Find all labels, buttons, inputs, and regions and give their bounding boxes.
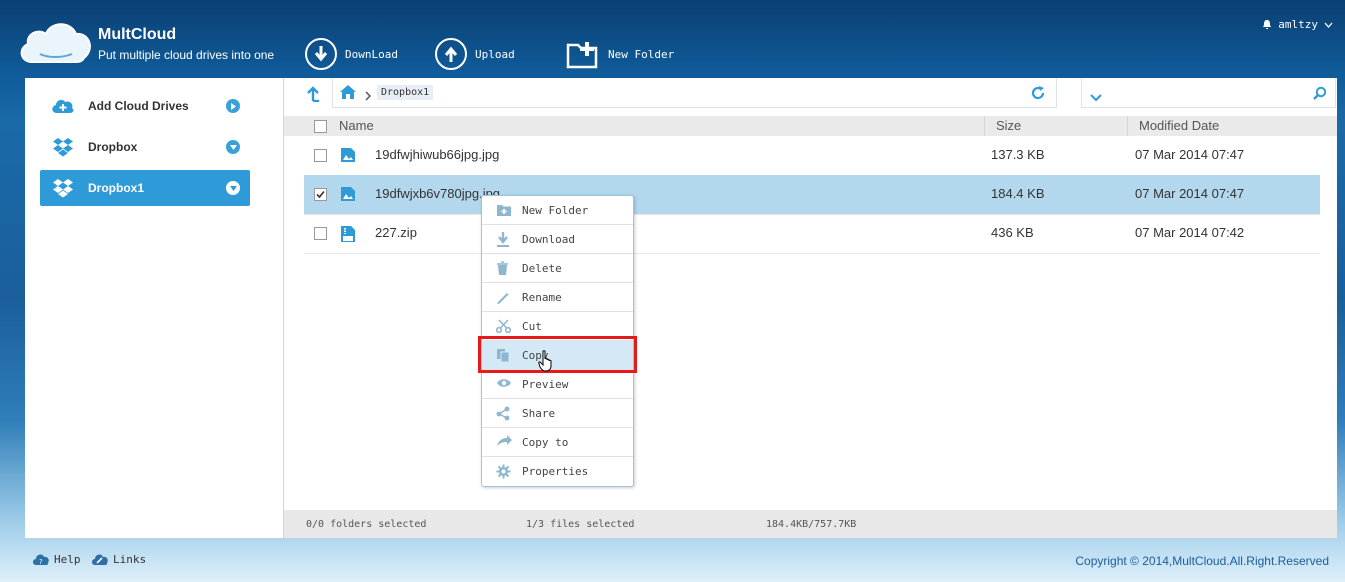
checkmark-icon — [316, 190, 325, 199]
toolbar-new-folder-label: New Folder — [608, 47, 675, 61]
up-arrow-icon[interactable] — [306, 86, 320, 106]
refresh-icon[interactable] — [1030, 85, 1046, 105]
folders-selected-status: 0/0 folders selected — [306, 519, 427, 530]
files-selected-status: 1/3 files selected — [526, 519, 635, 530]
sidebar: Add Cloud Drives Dropbox Dropbox1 — [25, 78, 284, 538]
select-all-checkbox[interactable] — [314, 120, 327, 133]
svg-text:?: ? — [39, 558, 43, 566]
row-checkbox[interactable] — [314, 227, 327, 240]
toolbar-upload-button[interactable]: Upload — [435, 36, 515, 72]
context-menu-rename[interactable]: Rename — [482, 283, 633, 312]
user-menu[interactable]: amltzy — [1262, 18, 1333, 31]
multcloud-logo — [20, 23, 91, 63]
context-menu-new-folder[interactable]: New Folder — [482, 196, 633, 225]
search-box — [1081, 78, 1336, 108]
help-link[interactable]: ? Help — [32, 552, 81, 566]
tagline: Put multiple cloud drives into one — [98, 48, 275, 62]
hand-cursor-icon — [538, 350, 554, 376]
chevron-down-icon — [1324, 22, 1333, 28]
image-file-icon — [340, 186, 356, 205]
sidebar-item-dropbox[interactable]: Dropbox — [40, 129, 250, 165]
path-bar: Dropbox1 — [332, 78, 1057, 108]
add-cloud-icon — [50, 97, 76, 115]
context-menu-copy-to[interactable]: Copy to — [482, 428, 633, 457]
link-icon — [92, 554, 108, 565]
upload-icon — [435, 38, 467, 70]
size-selected-status: 184.4KB/757.7KB — [766, 519, 857, 530]
help-icon: ? — [33, 554, 49, 566]
chevron-down-icon — [1090, 94, 1102, 102]
file-date: 07 Mar 2014 07:47 — [1135, 147, 1245, 162]
new-folder-icon — [496, 203, 512, 220]
toolbar-upload-label: Upload — [475, 47, 515, 61]
dropbox-icon — [50, 137, 76, 157]
column-divider — [984, 116, 985, 136]
row-checkbox[interactable] — [314, 188, 327, 201]
table-row[interactable]: 19dfwjhiwub66jpg.jpg 137.3 KB 07 Mar 201… — [304, 136, 1320, 176]
search-scope-dropdown[interactable] — [1090, 87, 1102, 106]
sidebar-item-label: Dropbox1 — [88, 181, 145, 195]
share-icon — [496, 406, 510, 424]
context-menu-download[interactable]: Download — [482, 225, 633, 254]
sidebar-item-add-cloud-drives[interactable]: Add Cloud Drives — [40, 88, 250, 124]
gear-icon — [496, 464, 511, 482]
download-icon — [496, 232, 510, 250]
file-size: 184.4 KB — [991, 186, 1045, 201]
context-menu-delete[interactable]: Delete — [482, 254, 633, 283]
context-menu-properties[interactable]: Properties — [482, 457, 633, 486]
row-checkbox[interactable] — [314, 149, 327, 162]
toolbar-download-button[interactable]: DownLoad — [305, 36, 398, 72]
pencil-icon — [496, 290, 510, 307]
links-link[interactable]: Links — [91, 552, 146, 566]
toolbar-new-folder-button[interactable]: New Folder — [566, 36, 674, 72]
bell-icon — [1263, 20, 1272, 29]
status-bar: 0/0 folders selected 1/3 files selected … — [284, 510, 1337, 538]
column-name[interactable]: Name — [339, 118, 374, 133]
column-modified-date[interactable]: Modified Date — [1139, 118, 1219, 133]
chevron-down-icon — [226, 181, 240, 195]
brand-name: MultCloud — [98, 26, 177, 43]
copy-highlight-box — [478, 336, 637, 373]
sidebar-item-dropbox1[interactable]: Dropbox1 — [40, 170, 250, 206]
context-menu-share[interactable]: Share — [482, 399, 633, 428]
context-menu-preview[interactable]: Preview — [482, 370, 633, 399]
chevron-down-icon — [226, 140, 240, 154]
breadcrumb-separator-icon — [365, 86, 372, 105]
chevron-right-icon — [226, 99, 240, 113]
file-date: 07 Mar 2014 07:42 — [1135, 225, 1245, 240]
column-size[interactable]: Size — [996, 118, 1021, 133]
download-icon — [305, 38, 337, 70]
eye-icon — [496, 377, 512, 392]
table-header: Name Size Modified Date — [284, 116, 1337, 136]
sidebar-item-label: Add Cloud Drives — [88, 99, 189, 113]
sidebar-item-label: Dropbox — [88, 140, 138, 154]
dropbox-icon — [50, 178, 76, 198]
home-icon[interactable] — [339, 84, 357, 104]
new-folder-icon — [566, 39, 600, 69]
file-size: 137.3 KB — [991, 147, 1045, 162]
file-date: 07 Mar 2014 07:47 — [1135, 186, 1245, 201]
image-file-icon — [340, 147, 356, 166]
file-name: 227.zip — [375, 225, 417, 240]
file-size: 436 KB — [991, 225, 1034, 240]
username: amltzy — [1278, 18, 1318, 31]
table-row[interactable]: 227.zip 436 KB 07 Mar 2014 07:42 — [304, 214, 1320, 254]
copyright-text: Copyright © 2014,MultCloud.All.Right.Res… — [1075, 554, 1329, 568]
file-name: 19dfwjhiwub66jpg.jpg — [375, 147, 500, 162]
file-browser: Dropbox1 Name Size Modified Date 19dfwjh… — [284, 78, 1337, 538]
toolbar-download-label: DownLoad — [345, 47, 398, 61]
column-divider — [1127, 116, 1128, 136]
table-row[interactable]: 19dfwjxb6v780jpg.jpg 184.4 KB 07 Mar 201… — [304, 175, 1320, 215]
zip-file-icon — [340, 225, 356, 246]
search-icon[interactable] — [1313, 85, 1327, 104]
copy-to-icon — [496, 435, 513, 451]
scissors-icon — [495, 319, 512, 336]
breadcrumb-dropbox1[interactable]: Dropbox1 — [377, 85, 434, 100]
trash-icon — [496, 261, 509, 279]
search-input[interactable] — [1110, 82, 1300, 102]
